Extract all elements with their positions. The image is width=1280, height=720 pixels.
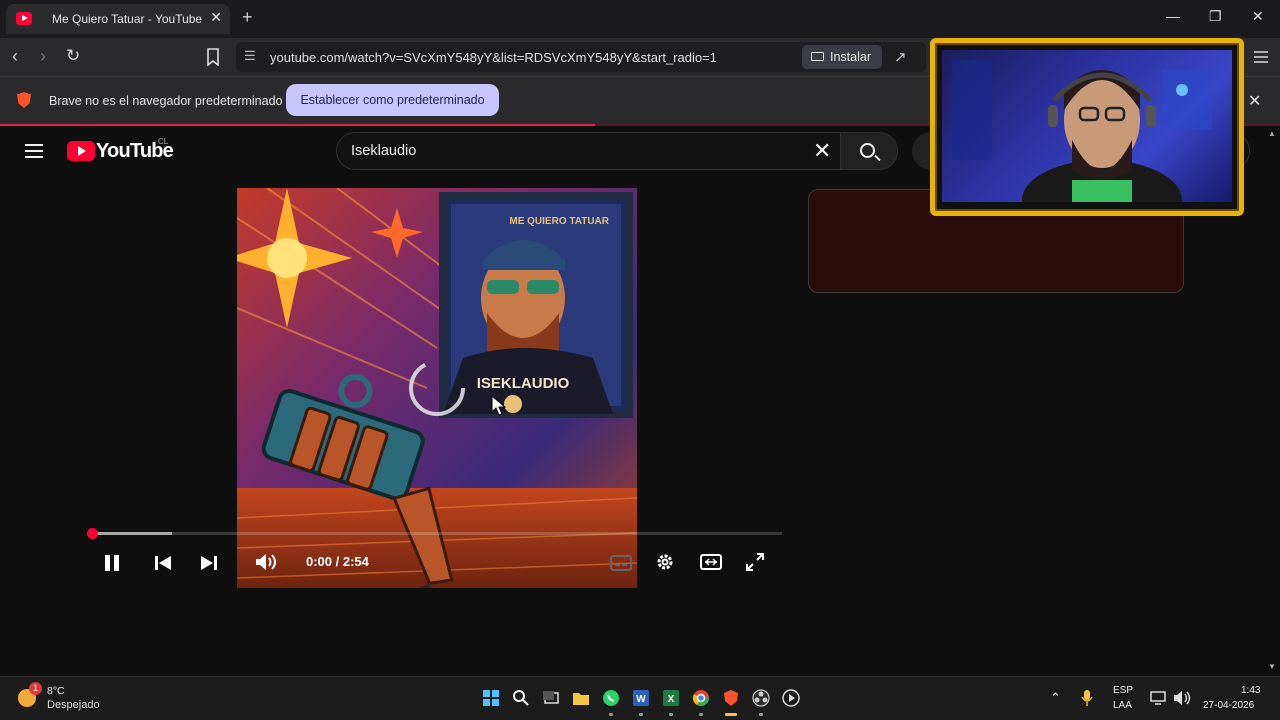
buffered-bar: [92, 532, 173, 535]
captions-icon[interactable]: [610, 555, 632, 571]
minimize-button[interactable]: —: [1166, 8, 1180, 24]
maximize-button[interactable]: ❐: [1209, 8, 1222, 25]
network-icon[interactable]: [1150, 691, 1166, 705]
language-code[interactable]: ESP: [1113, 685, 1133, 696]
infobar-close-icon[interactable]: ✕: [1248, 91, 1261, 111]
time-display: 0:00 / 2:54: [306, 554, 369, 569]
whatsapp-icon[interactable]: [602, 689, 620, 707]
search-input[interactable]: Iseklaudio ✕: [336, 132, 844, 170]
country-code: CL: [158, 137, 169, 146]
chrome-running-indicator: [699, 713, 703, 716]
next-icon[interactable]: [200, 554, 218, 572]
obs-running-indicator: [759, 713, 763, 716]
artwork-title: ME QUIERO TATUAR: [509, 216, 609, 227]
browser-tab-bar: Me Quiero Tatuar - YouTube ✕ + — ❐ ✕: [0, 0, 1280, 38]
chrome-icon[interactable]: [692, 689, 710, 707]
brave-active-indicator: [725, 713, 737, 716]
clock-time[interactable]: 1:43: [1241, 685, 1260, 696]
svg-text:X: X: [668, 694, 675, 705]
file-explorer-icon[interactable]: [572, 689, 590, 707]
fullscreen-icon[interactable]: [746, 553, 764, 571]
menu-icon[interactable]: [25, 144, 43, 158]
scroll-down-arrow[interactable]: ▼: [1268, 662, 1276, 671]
svg-text:W: W: [636, 694, 646, 705]
seek-handle[interactable]: [87, 528, 98, 539]
word-icon[interactable]: W: [632, 689, 650, 707]
volume-icon[interactable]: [254, 552, 278, 572]
set-default-button[interactable]: Establecer como predeterminado: [286, 84, 499, 116]
scroll-up-arrow[interactable]: ▲: [1268, 129, 1276, 138]
excel-icon[interactable]: X: [662, 689, 680, 707]
browser-menu-icon[interactable]: [1253, 50, 1269, 64]
bookmark-icon[interactable]: [206, 48, 220, 66]
word-running-indicator: [639, 713, 643, 716]
back-icon[interactable]: ‹: [12, 46, 18, 66]
site-settings-icon[interactable]: ☰: [244, 48, 256, 64]
previous-icon[interactable]: [154, 554, 172, 572]
microphone-icon[interactable]: [1081, 689, 1093, 707]
search-icon: [860, 143, 875, 158]
search-query: Iseklaudio: [351, 143, 417, 159]
weather-condition[interactable]: Despejado: [47, 699, 100, 711]
share-icon[interactable]: ↗: [894, 48, 907, 66]
new-tab-button[interactable]: +: [242, 8, 253, 26]
keyboard-layout[interactable]: LAA: [1113, 700, 1132, 711]
forward-icon[interactable]: ›: [40, 46, 46, 66]
monitor-icon: [811, 52, 824, 61]
brave-lion-icon: [17, 92, 31, 108]
youtube-logo-icon[interactable]: [67, 141, 95, 161]
whatsapp-running-indicator: [609, 713, 613, 716]
url-bar[interactable]: ☰ youtube.com/watch?v=SVcXmY548yY&list=R…: [236, 42, 926, 72]
settings-gear-icon[interactable]: [655, 552, 675, 572]
obs-icon[interactable]: [752, 689, 770, 707]
video-player[interactable]: ME QUIERO TATUAR ISEKLAUDIO: [237, 188, 637, 588]
theater-mode-icon[interactable]: [700, 554, 722, 570]
excel-running-indicator: [669, 713, 673, 716]
brave-browser-icon[interactable]: [722, 689, 740, 707]
seek-bar[interactable]: [87, 528, 782, 539]
webcam-overlay: [930, 38, 1244, 216]
install-app-button[interactable]: Instalar: [802, 45, 882, 69]
infobar-message: Brave no es el navegador predeterminado: [49, 94, 283, 108]
search-button[interactable]: [840, 132, 898, 170]
speaker-icon[interactable]: [1173, 690, 1191, 706]
pause-icon[interactable]: [104, 554, 120, 572]
close-window-button[interactable]: ✕: [1252, 8, 1264, 25]
install-label: Instalar: [830, 50, 871, 64]
windows-start-icon[interactable]: [482, 689, 500, 707]
webcam-feed: [942, 50, 1232, 202]
windows-taskbar: 1 8°C Despejado W X ⌃ ESP LAA 1:43 27-04…: [0, 676, 1280, 720]
weather-badge: 1: [29, 682, 42, 695]
search-icon[interactable]: [512, 689, 530, 707]
tray-expand-icon[interactable]: ⌃: [1050, 690, 1061, 706]
temperature[interactable]: 8°C: [47, 685, 65, 697]
media-player-icon[interactable]: [782, 689, 800, 707]
reload-icon[interactable]: ↻: [66, 46, 80, 66]
artwork-shirt-text: ISEKLAUDIO: [477, 375, 570, 392]
clear-search-icon[interactable]: ✕: [813, 138, 831, 164]
tab-close-icon[interactable]: ✕: [210, 9, 222, 26]
browser-tab[interactable]: Me Quiero Tatuar - YouTube ✕: [6, 4, 230, 34]
clock-date[interactable]: 27-04-2026: [1203, 700, 1254, 711]
task-view-icon[interactable]: [542, 689, 560, 707]
tab-title: Me Quiero Tatuar - YouTube: [52, 12, 203, 26]
youtube-favicon-icon: [16, 12, 32, 25]
url-text: youtube.com/watch?v=SVcXmY548yY&list=RDS…: [270, 50, 717, 65]
video-artwork: ME QUIERO TATUAR ISEKLAUDIO: [237, 188, 637, 588]
